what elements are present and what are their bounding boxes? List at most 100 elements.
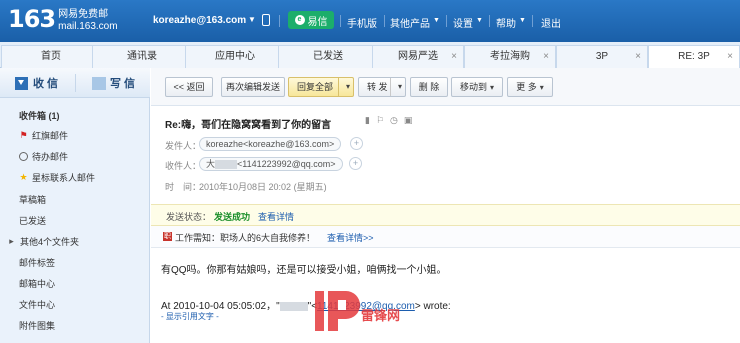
forward-button[interactable]: 转 发 ▾ [358, 77, 406, 97]
tab-sent[interactable]: 已发送 [278, 45, 378, 68]
sidebar-item-attachments[interactable]: 附件图集 [19, 319, 55, 332]
bookmark-icon[interactable]: ▮ [365, 115, 370, 126]
notice-text[interactable]: 工作需知：职场人的6大自我修养！ [175, 231, 315, 244]
caret-right-icon: ▸ [9, 236, 14, 246]
sidebar-actions: 收 信 写 信 [0, 68, 150, 98]
from-label: 发件人： [165, 141, 202, 151]
tab-contacts[interactable]: 通讯录 [92, 45, 192, 68]
logout-link[interactable]: 退出 [541, 15, 561, 30]
tab-3p[interactable]: 3P × [556, 45, 648, 68]
close-icon[interactable]: × [727, 46, 733, 68]
sidebar-item-starred[interactable]: ★ 星标联系人邮件 [19, 171, 95, 184]
sidebar-item-sent[interactable]: 已发送 [19, 214, 46, 227]
download-icon [15, 76, 28, 90]
reply-all-button[interactable]: 回复全部 ▾ [288, 77, 354, 97]
subject-actions: ▮ ⚐ ◷ ▣ [365, 115, 412, 126]
send-status-value: 发送成功 [214, 212, 251, 222]
tab-yanxuan[interactable]: 网易严选 × [372, 45, 464, 68]
back-button[interactable]: << 返回 [165, 77, 213, 97]
sidebar-item-mailbox-center[interactable]: 邮箱中心 [19, 277, 55, 290]
sender-chip[interactable]: koreazhe<koreazhe@163.com> [199, 137, 342, 151]
chevron-down-icon[interactable]: ▼ [433, 17, 440, 24]
notice-details-link[interactable]: 查看详情>> [327, 231, 374, 244]
mail-view: << 返回 再次编辑发送 回复全部 ▾ 转 发 ▾ 删 除 移动到 ▾ 更 多 ▾ … [151, 68, 740, 343]
reedit-button[interactable]: 再次编辑发送 [221, 77, 285, 97]
divider [340, 15, 341, 27]
compose-icon [92, 76, 106, 90]
add-contact-icon[interactable]: + [349, 157, 362, 170]
status-details-link[interactable]: 查看详情 [258, 210, 294, 223]
watermark-logo: 雷锋网 [313, 285, 443, 335]
tab-home[interactable]: 首页 [1, 45, 101, 68]
chevron-down-icon[interactable]: ▾ [346, 78, 350, 96]
mobile-link[interactable]: 手机版 [347, 15, 377, 30]
receive-button[interactable]: 收 信 [15, 75, 58, 91]
show-quote-link[interactable]: - 显示引用文字 - [161, 311, 219, 322]
compose-button[interactable]: 写 信 [92, 75, 135, 91]
chevron-down-icon[interactable]: ▼ [476, 17, 483, 24]
mail-time: 2010年10月08日 20:02 (星期五) [199, 182, 327, 192]
mail-body: 有QQ吗。你那有姑娘吗，还是可以接受小姐，咱俩找一个小姐。 [161, 265, 447, 276]
chevron-down-icon[interactable]: ▾ [398, 78, 402, 96]
ad-notice: 职 工作需知：职场人的6大自我修养！ 查看详情>> [151, 226, 740, 248]
chevron-down-icon[interactable]: ▼ [248, 15, 256, 24]
logo-number: 163 [8, 5, 56, 33]
divider [75, 74, 76, 92]
divider [489, 15, 490, 27]
lock-icon[interactable]: ▣ [404, 115, 413, 126]
sidebar-item-labels[interactable]: 邮件标签 [19, 256, 55, 269]
divider [446, 15, 447, 27]
chevron-down-icon: ▾ [539, 83, 544, 92]
to-label: 收件人： [165, 161, 202, 171]
close-icon[interactable]: × [635, 46, 641, 68]
move-to-button[interactable]: 移动到 ▾ [451, 77, 503, 97]
mail-toolbar: << 返回 再次编辑发送 回复全部 ▾ 转 发 ▾ 删 除 移动到 ▾ 更 多 ▾ [151, 68, 740, 106]
sidebar-item-todo[interactable]: 待办邮件 [19, 150, 68, 163]
notice-icon: 职 [163, 232, 172, 241]
logo-title: 网易免费邮 [58, 9, 109, 20]
redacted-name [215, 160, 238, 170]
flag-icon[interactable]: ⚐ [376, 115, 384, 126]
delete-button[interactable]: 删 除 [410, 77, 448, 97]
divider [532, 15, 533, 27]
sidebar-item-drafts[interactable]: 草稿箱 [19, 193, 46, 206]
tab-bar: 首页 通讯录 应用中心 已发送 网易严选 × 考拉海购 × 3P × RE: 3P × [0, 42, 740, 69]
tab-re-3p[interactable]: RE: 3P × [648, 45, 740, 69]
settings-link[interactable]: 设置 [453, 15, 473, 30]
flag-icon: ⚑ [19, 130, 28, 140]
redacted-name [279, 301, 308, 311]
send-status-bar: 发送状态： 发送成功 查看详情 [151, 204, 740, 226]
tab-kaola[interactable]: 考拉海购 × [464, 45, 556, 68]
chevron-down-icon: ▾ [490, 83, 495, 92]
yixin-icon: e [294, 15, 305, 25]
sidebar-item-file-center[interactable]: 文件中心 [19, 298, 55, 311]
more-button[interactable]: 更 多 ▾ [507, 77, 553, 97]
tab-app-center[interactable]: 应用中心 [185, 45, 285, 68]
help-link[interactable]: 帮助 [496, 15, 516, 30]
sidebar: 收 信 写 信 收件箱 (1) ⚑ 红旗邮件 待办邮件 ★ 星标联系人邮件 草稿箱 … [0, 68, 150, 343]
mail-subject: Re:嗨，哥们在隐窝窝看到了你的留言 [165, 120, 332, 131]
add-contact-icon[interactable]: + [350, 137, 363, 150]
recipient-chip[interactable]: 大 <1141223992@qq.com> [199, 157, 343, 171]
top-bar: 163 网易免费邮 mail.163.com koreazhe@163.com … [0, 0, 740, 42]
close-icon[interactable]: × [543, 46, 549, 68]
other-products-link[interactable]: 其他产品 [390, 15, 430, 30]
logo[interactable]: 163 网易免费邮 mail.163.com [8, 6, 118, 33]
sidebar-item-more-folders[interactable]: ▸ 其他4个文件夹 [7, 235, 79, 248]
yixin-button[interactable]: e 易信 [288, 11, 334, 29]
star-icon: ★ [19, 172, 28, 182]
user-account[interactable]: koreazhe@163.com [153, 15, 246, 26]
close-icon[interactable]: × [451, 46, 457, 68]
sidebar-item-inbox[interactable]: 收件箱 (1) [19, 109, 60, 122]
time-label: 时 间： [165, 182, 202, 192]
divider [338, 78, 339, 96]
logo-domain: mail.163.com [58, 21, 118, 32]
clock-icon [19, 152, 28, 161]
yixin-label: 易信 [307, 16, 328, 28]
chevron-down-icon[interactable]: ▼ [519, 17, 526, 24]
clock-icon[interactable]: ◷ [390, 115, 398, 126]
divider [279, 15, 280, 27]
sidebar-item-flagged[interactable]: ⚑ 红旗邮件 [19, 129, 68, 142]
phone-icon[interactable] [262, 14, 270, 26]
watermark-text: 雷锋网 [361, 308, 401, 323]
